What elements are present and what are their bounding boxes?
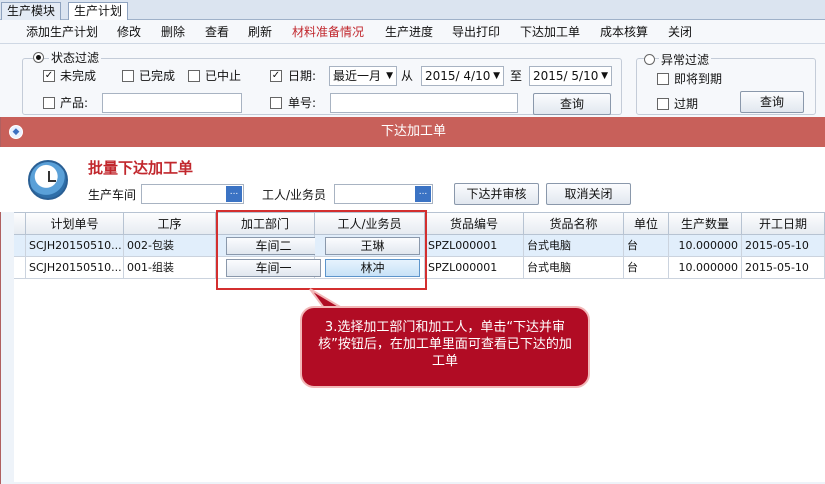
due-soon-label: 即将到期 bbox=[674, 72, 723, 86]
status-filter-radio[interactable] bbox=[33, 52, 44, 63]
order-label: 单号: bbox=[288, 96, 317, 110]
product-input[interactable] bbox=[102, 93, 242, 113]
to-label: 至 bbox=[510, 69, 523, 83]
order-input[interactable] bbox=[330, 93, 518, 113]
workshop-lookup-button[interactable]: ... bbox=[226, 186, 242, 202]
callout-note: 3.选择加工部门和加工人，单击“下达并审核”按钮后，在加工单里面可查看已下达的加… bbox=[300, 306, 590, 388]
date-checkbox[interactable]: ✓ bbox=[270, 70, 282, 82]
to-date-value: 2015/ 5/10 bbox=[533, 69, 599, 83]
stopped-checkbox[interactable] bbox=[188, 70, 200, 82]
table-cell[interactable]: 台式电脑 bbox=[524, 235, 624, 257]
row-indicator[interactable] bbox=[14, 257, 26, 279]
callout-text: 3.选择加工部门和加工人，单击“下达并审核”按钮后，在加工单里面可查看已下达的加… bbox=[318, 320, 572, 369]
date-range-value: 最近一月 bbox=[333, 69, 382, 83]
window-title: 下达加工单 bbox=[380, 124, 446, 139]
toolbar: 添加生产计划 修改 删除 查看 刷新 材料准备情况 生产进度 导出打印 下达加工… bbox=[0, 20, 825, 44]
overdue-label: 过期 bbox=[674, 97, 699, 111]
app-icon: ◆ bbox=[9, 125, 23, 139]
row-indicator-header bbox=[14, 213, 26, 235]
close-button[interactable]: 关闭 bbox=[668, 24, 692, 40]
abnormal-query-button[interactable]: 查询 bbox=[740, 91, 804, 113]
worker-label: 工人/业务员 bbox=[262, 188, 327, 202]
from-label: 从 bbox=[401, 69, 414, 83]
col-item-code[interactable]: 货品编号 bbox=[425, 213, 524, 235]
table-cell[interactable]: SCJH20150510... bbox=[26, 257, 124, 279]
col-plan-no[interactable]: 计划单号 bbox=[26, 213, 124, 235]
add-plan-button[interactable]: 添加生产计划 bbox=[26, 24, 98, 40]
delete-button[interactable]: 删除 bbox=[161, 24, 185, 40]
table-cell[interactable]: 10.000000 bbox=[669, 235, 742, 257]
window-title-bar[interactable]: 下达加工单 bbox=[1, 117, 825, 147]
cost-accounting-button[interactable]: 成本核算 bbox=[600, 24, 648, 40]
status-query-button[interactable]: 查询 bbox=[533, 93, 611, 115]
cancel-close-button[interactable]: 取消关闭 bbox=[546, 183, 631, 205]
order-checkbox[interactable] bbox=[270, 97, 282, 109]
refresh-button[interactable]: 刷新 bbox=[248, 24, 272, 40]
approve-button[interactable]: 下达并审核 bbox=[454, 183, 539, 205]
chevron-down-icon: ▼ bbox=[601, 71, 608, 81]
to-date-picker[interactable]: 2015/ 5/10 ▼ bbox=[529, 66, 612, 86]
app-window: 生产模块 生产计划 添加生产计划 修改 删除 查看 刷新 材料准备情况 生产进度… bbox=[0, 0, 825, 484]
material-prep-button[interactable]: 材料准备情况 bbox=[292, 24, 364, 40]
table-cell[interactable]: 2015-05-10 bbox=[742, 235, 825, 257]
chevron-down-icon: ▼ bbox=[493, 71, 500, 81]
module-tab-bar: 生产模块 生产计划 bbox=[0, 0, 825, 21]
product-checkbox[interactable] bbox=[43, 97, 55, 109]
table-cell[interactable]: SPZL000001 bbox=[425, 257, 524, 279]
date-label: 日期: bbox=[288, 69, 317, 83]
row-indicator[interactable] bbox=[14, 235, 26, 257]
table-cell[interactable]: 002-包装 bbox=[124, 235, 216, 257]
finished-label: 已完成 bbox=[139, 69, 176, 83]
from-date-picker[interactable]: 2015/ 4/10 ▼ bbox=[421, 66, 504, 86]
table-cell[interactable]: 10.000000 bbox=[669, 257, 742, 279]
tab-production-plan[interactable]: 生产计划 bbox=[68, 2, 129, 21]
product-label: 产品: bbox=[60, 96, 89, 110]
abnormal-filter-radio[interactable] bbox=[644, 54, 655, 65]
tab-production-module[interactable]: 生产模块 bbox=[1, 2, 62, 20]
unfinished-label: 未完成 bbox=[60, 69, 97, 83]
clock-icon bbox=[28, 160, 68, 200]
progress-button[interactable]: 生产进度 bbox=[385, 24, 433, 40]
workshop-label: 生产车间 bbox=[88, 188, 137, 202]
overdue-checkbox[interactable] bbox=[657, 98, 669, 110]
table-cell[interactable]: SPZL000001 bbox=[425, 235, 524, 257]
stopped-label: 已中止 bbox=[205, 69, 242, 83]
filter-panel: 状态过滤 ✓ 未完成 已完成 已中止 ✓ 日期: 最近一月 ▼ 从 2015/ 4… bbox=[0, 44, 825, 117]
date-range-select[interactable]: 最近一月 ▼ bbox=[329, 66, 397, 86]
unfinished-checkbox[interactable]: ✓ bbox=[43, 70, 55, 82]
from-date-value: 2015/ 4/10 bbox=[425, 69, 491, 83]
col-item-name[interactable]: 货品名称 bbox=[524, 213, 624, 235]
due-soon-checkbox[interactable] bbox=[657, 73, 669, 85]
col-start-date[interactable]: 开工日期 bbox=[742, 213, 825, 235]
issue-order-button[interactable]: 下达加工单 bbox=[520, 24, 580, 40]
export-print-button[interactable]: 导出打印 bbox=[452, 24, 500, 40]
dialog-heading: 批量下达加工单 bbox=[88, 159, 194, 177]
status-filter-label: 状态过滤 bbox=[49, 50, 102, 66]
edit-button[interactable]: 修改 bbox=[117, 24, 141, 40]
table-cell[interactable]: 台式电脑 bbox=[524, 257, 624, 279]
col-process[interactable]: 工序 bbox=[124, 213, 216, 235]
table-cell[interactable]: 2015-05-10 bbox=[742, 257, 825, 279]
abnormal-filter-label: 异常过滤 bbox=[659, 52, 712, 68]
col-unit[interactable]: 单位 bbox=[624, 213, 669, 235]
view-button[interactable]: 查看 bbox=[205, 24, 229, 40]
table-cell[interactable]: 001-组装 bbox=[124, 257, 216, 279]
col-quantity[interactable]: 生产数量 bbox=[669, 213, 742, 235]
highlight-box bbox=[216, 210, 427, 290]
chevron-down-icon: ▼ bbox=[386, 71, 393, 81]
finished-checkbox[interactable] bbox=[122, 70, 134, 82]
table-cell[interactable]: 台 bbox=[624, 235, 669, 257]
table-cell[interactable]: SCJH20150510... bbox=[26, 235, 124, 257]
table-cell[interactable]: 台 bbox=[624, 257, 669, 279]
worker-lookup-button[interactable]: ... bbox=[415, 186, 431, 202]
